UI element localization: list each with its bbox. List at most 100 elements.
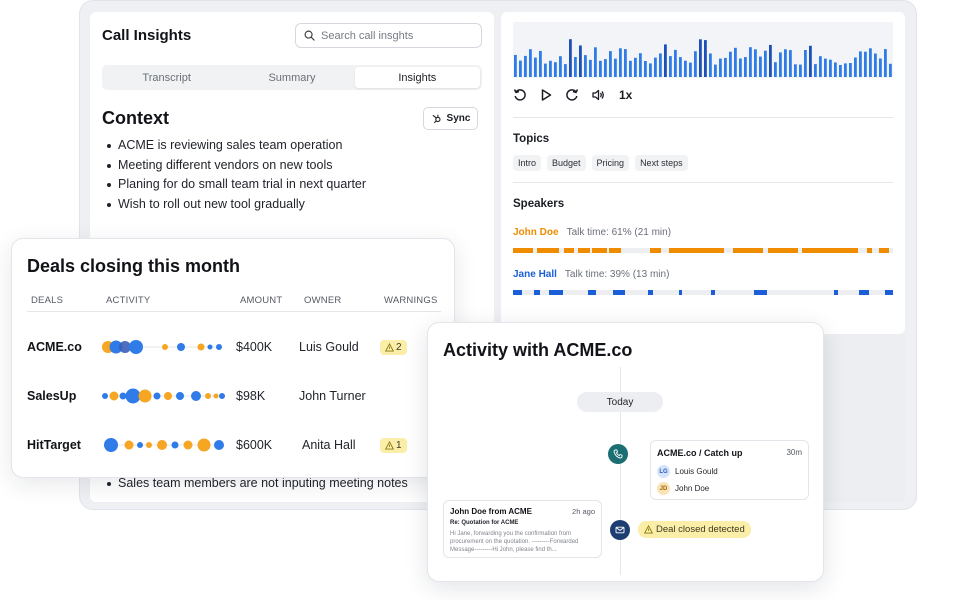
waveform-bar [804, 50, 807, 77]
avatar: LG [657, 465, 670, 478]
warning-icon [385, 343, 394, 352]
waveform-bar [534, 57, 537, 77]
warning-count: 1 [396, 440, 402, 451]
waveform-bar [674, 49, 677, 77]
waveform-bar [604, 59, 607, 77]
waveform-bar [639, 53, 642, 77]
audio-waveform[interactable] [513, 22, 893, 78]
list-item: Meeting different vendors on new tools [102, 156, 366, 176]
today-marker: Today [577, 392, 663, 412]
deal-amount: $98K [236, 389, 266, 403]
waveform-bar [829, 59, 832, 77]
avatar: JD [657, 482, 670, 495]
column-header: ACTIVITY [106, 295, 151, 306]
activity-timeline [102, 388, 225, 404]
search-input[interactable] [321, 29, 471, 42]
warning-badge[interactable]: 1 [380, 438, 407, 453]
waveform-bar [789, 50, 792, 77]
waveform-bar [629, 60, 632, 77]
waveform-bar [519, 60, 522, 77]
deal-name[interactable]: ACME.co [27, 340, 82, 354]
mail-icon [610, 520, 630, 540]
waveform-bar [624, 49, 627, 77]
deal-closed-label: Deal closed detected [656, 524, 745, 535]
waveform-bar [709, 53, 712, 77]
tab-transcript[interactable]: Transcript [104, 67, 229, 88]
speaking-segment [613, 290, 625, 295]
waveform-bar [854, 57, 857, 77]
waveform-bar [809, 45, 812, 77]
speaker-timeline-jane[interactable] [513, 290, 893, 295]
attendee: LG Louis Gould [657, 465, 718, 478]
waveform-bar [589, 59, 592, 77]
waveform-bar [859, 51, 862, 77]
talk-time: Talk time: 39% (13 min) [564, 269, 670, 280]
waveform-bar [529, 49, 532, 77]
speaker-row: Jane Hall Talk time: 39% (13 min) [513, 269, 669, 280]
activity-title: Activity with ACME.co [443, 340, 633, 360]
speaking-segment [549, 290, 563, 295]
waveform-bar [744, 57, 747, 77]
speaking-segment [733, 248, 763, 253]
waveform-bar [879, 58, 882, 77]
waveform-bar [599, 60, 602, 77]
waveform-bar [594, 47, 597, 77]
waveform-bar [794, 64, 797, 77]
warning-badge[interactable]: 2 [380, 340, 407, 355]
speaking-segment [592, 248, 607, 253]
waveform-bar [749, 47, 752, 77]
waveform-bar [554, 62, 557, 77]
deal-closed-badge[interactable]: Deal closed detected [638, 521, 751, 538]
context-heading: Context [102, 108, 169, 128]
sync-label: Sync [446, 113, 471, 124]
waveform-bar [559, 56, 562, 77]
speaking-segment [679, 290, 682, 295]
email-card[interactable]: John Doe from ACME 2h ago Re: Quotation … [443, 500, 602, 558]
deal-name[interactable]: HitTarget [27, 438, 81, 452]
deal-name[interactable]: SalesUp [27, 389, 76, 403]
meeting-card[interactable]: ACME.co / Catch up 30m LG Louis Gould JD… [650, 440, 809, 500]
waveform-bar [754, 49, 757, 77]
column-header: DEALS [31, 295, 64, 306]
sync-button[interactable]: Sync [423, 107, 478, 130]
tab-summary[interactable]: Summary [229, 67, 354, 88]
play-icon[interactable] [539, 88, 553, 102]
replay-icon[interactable] [513, 88, 527, 102]
tab-insights[interactable]: Insights [354, 67, 480, 88]
deal-amount: $600K [236, 438, 273, 452]
deal-owner: John Turner [299, 389, 366, 403]
attendee-name: John Doe [675, 484, 710, 493]
waveform-bar [579, 45, 582, 77]
meeting-title: ACME.co / Catch up [657, 448, 743, 458]
waveform-bar [514, 54, 517, 77]
waveform-bar [784, 49, 787, 77]
playback-speed[interactable]: 1x [619, 88, 632, 102]
meeting-duration: 30m [786, 448, 802, 457]
speakers-heading: Speakers [513, 198, 565, 210]
waveform-bar [649, 63, 652, 77]
waveform-bar [844, 63, 847, 77]
warning-icon [644, 525, 653, 534]
divider [513, 182, 893, 183]
speaking-segment [768, 248, 798, 253]
volume-icon[interactable] [591, 88, 605, 102]
speaker-timeline-john[interactable] [513, 248, 893, 253]
forward-icon[interactable] [565, 88, 579, 102]
deals-card: Deals closing this month DEALS ACTIVITY … [11, 238, 455, 478]
speaking-segment [711, 290, 715, 295]
deal-amount: $400K [236, 340, 273, 354]
waveform-bar [689, 62, 692, 77]
topic-chip[interactable]: Budget [547, 155, 586, 171]
waveform-bar [669, 56, 672, 77]
email-preview: Hi Jane, forwarding you the confirmation… [450, 531, 579, 553]
search-box[interactable] [295, 23, 482, 48]
speaking-segment [588, 290, 596, 295]
topic-chip[interactable]: Pricing [591, 155, 630, 171]
topic-chip[interactable]: Next steps [635, 155, 688, 171]
waveform-bar [564, 64, 567, 77]
topic-chip[interactable]: Intro [513, 155, 542, 171]
activity-card: Activity with ACME.co Today ACME.co / Ca… [427, 322, 824, 582]
speaking-segment [879, 248, 889, 253]
waveform-bar [644, 61, 647, 77]
waveform-bar [549, 60, 552, 77]
